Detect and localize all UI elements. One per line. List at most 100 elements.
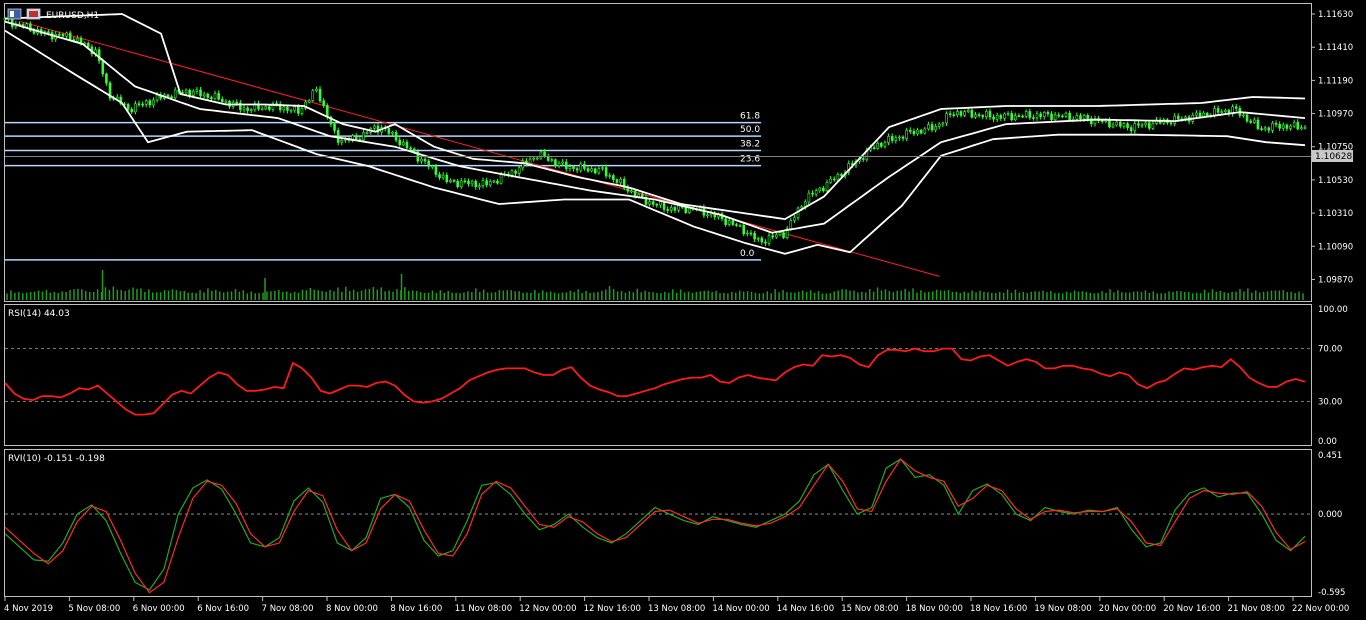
candle-body [1115, 121, 1118, 126]
trading-chart[interactable]: 61.850.038.223.60.0 1.116301.114101.1119… [0, 0, 1366, 620]
candle-body [608, 175, 612, 177]
rsi-panel[interactable] [4, 304, 1312, 446]
candle-body [387, 128, 391, 134]
candle-body [1278, 124, 1281, 129]
candle-body [1122, 123, 1126, 127]
candle-body [68, 32, 72, 40]
candle-body [579, 163, 583, 171]
price-tick-label: 1.10970 [1318, 110, 1353, 120]
candle-body [1300, 127, 1303, 130]
rvi-signal-line [4, 458, 1306, 594]
candle-body [666, 209, 669, 211]
candle-body [1129, 127, 1133, 132]
candle-body [1303, 126, 1307, 129]
candle-body [684, 207, 688, 213]
candle-body [1086, 115, 1090, 119]
candle-body [876, 142, 880, 149]
time-label: 11 Nov 08:00 [455, 604, 512, 614]
candle-body [249, 109, 253, 111]
rsi-line [4, 347, 1306, 416]
time-label: 12 Nov 00:00 [519, 604, 576, 614]
candle-body [264, 106, 268, 110]
candle-body [771, 235, 774, 238]
fibonacci-levels[interactable]: 61.850.038.223.60.0 [5, 112, 761, 261]
candle-body [1021, 115, 1024, 118]
candle-body [1216, 108, 1220, 113]
symbol-title: EURUSD,H1 [46, 11, 99, 21]
candle-body [134, 103, 137, 113]
candle-body [307, 100, 311, 103]
time-label: 6 Nov 16:00 [197, 604, 249, 614]
candle-body [836, 174, 840, 181]
candle-body [992, 116, 995, 120]
rvi-tick-label: -0.595 [1318, 588, 1345, 598]
candle-body [1064, 112, 1068, 117]
candle-body [977, 114, 981, 116]
candle-body [394, 131, 398, 141]
candle-body [901, 136, 905, 139]
candle-body [742, 225, 746, 235]
price-tick-label: 1.10530 [1318, 176, 1353, 186]
candle-body [126, 103, 130, 110]
candle-body [340, 139, 344, 143]
candle-body [793, 217, 796, 221]
candle-body [615, 179, 619, 183]
candle-body [449, 180, 452, 183]
candle-body [782, 232, 785, 238]
candle-body [612, 175, 615, 180]
candle-body [354, 135, 358, 140]
candle-body [202, 93, 206, 97]
candle-body [593, 168, 597, 174]
candle-body [822, 187, 825, 192]
candle-body [583, 163, 586, 169]
trendline-line[interactable] [20, 21, 940, 277]
candle-body [463, 180, 467, 183]
candle-body [832, 178, 836, 181]
candle-body [105, 73, 108, 84]
candle-body [86, 42, 90, 48]
rvi-panel[interactable] [4, 449, 1312, 597]
candle-body [373, 125, 376, 129]
candle-body [1032, 117, 1035, 119]
candle-body [141, 103, 144, 106]
candle-body [1126, 123, 1129, 128]
candle-body [557, 162, 561, 167]
price-tick-label: 1.09870 [1318, 275, 1353, 285]
candle-body [561, 161, 564, 164]
candle-body [861, 158, 865, 160]
candle-body [1111, 124, 1115, 128]
candle-body [883, 142, 887, 147]
candle-body [912, 131, 916, 135]
candle-body [919, 129, 923, 134]
candle-body [880, 142, 883, 147]
candle-body [217, 93, 220, 100]
candle-body [510, 170, 514, 176]
candle-body [727, 220, 731, 225]
candle-body [1006, 113, 1010, 115]
candle-body [887, 136, 890, 143]
candle-body [1024, 111, 1028, 117]
candle-body [988, 111, 992, 118]
candle-body [130, 109, 134, 113]
candle-body [872, 147, 876, 150]
candle-body [478, 185, 481, 188]
candle-body [630, 190, 633, 193]
candle-body [749, 232, 753, 235]
candle-body [318, 88, 322, 102]
candle-body [952, 114, 956, 116]
price-tick-label: 1.11630 [1318, 10, 1353, 20]
volume-bars [6, 270, 1304, 300]
candle-body [890, 136, 894, 141]
trendline[interactable] [20, 21, 940, 277]
candle-body [76, 38, 79, 42]
candle-body [481, 180, 485, 186]
candle-body [735, 224, 738, 226]
candle-body [927, 124, 930, 130]
candle-body [1053, 114, 1057, 121]
time-label: 8 Nov 00:00 [326, 604, 378, 614]
candle-body [188, 89, 191, 96]
candle-body [192, 91, 195, 96]
candle-body [669, 207, 673, 211]
candle-body [760, 237, 764, 243]
main-panel[interactable] [4, 3, 1312, 302]
